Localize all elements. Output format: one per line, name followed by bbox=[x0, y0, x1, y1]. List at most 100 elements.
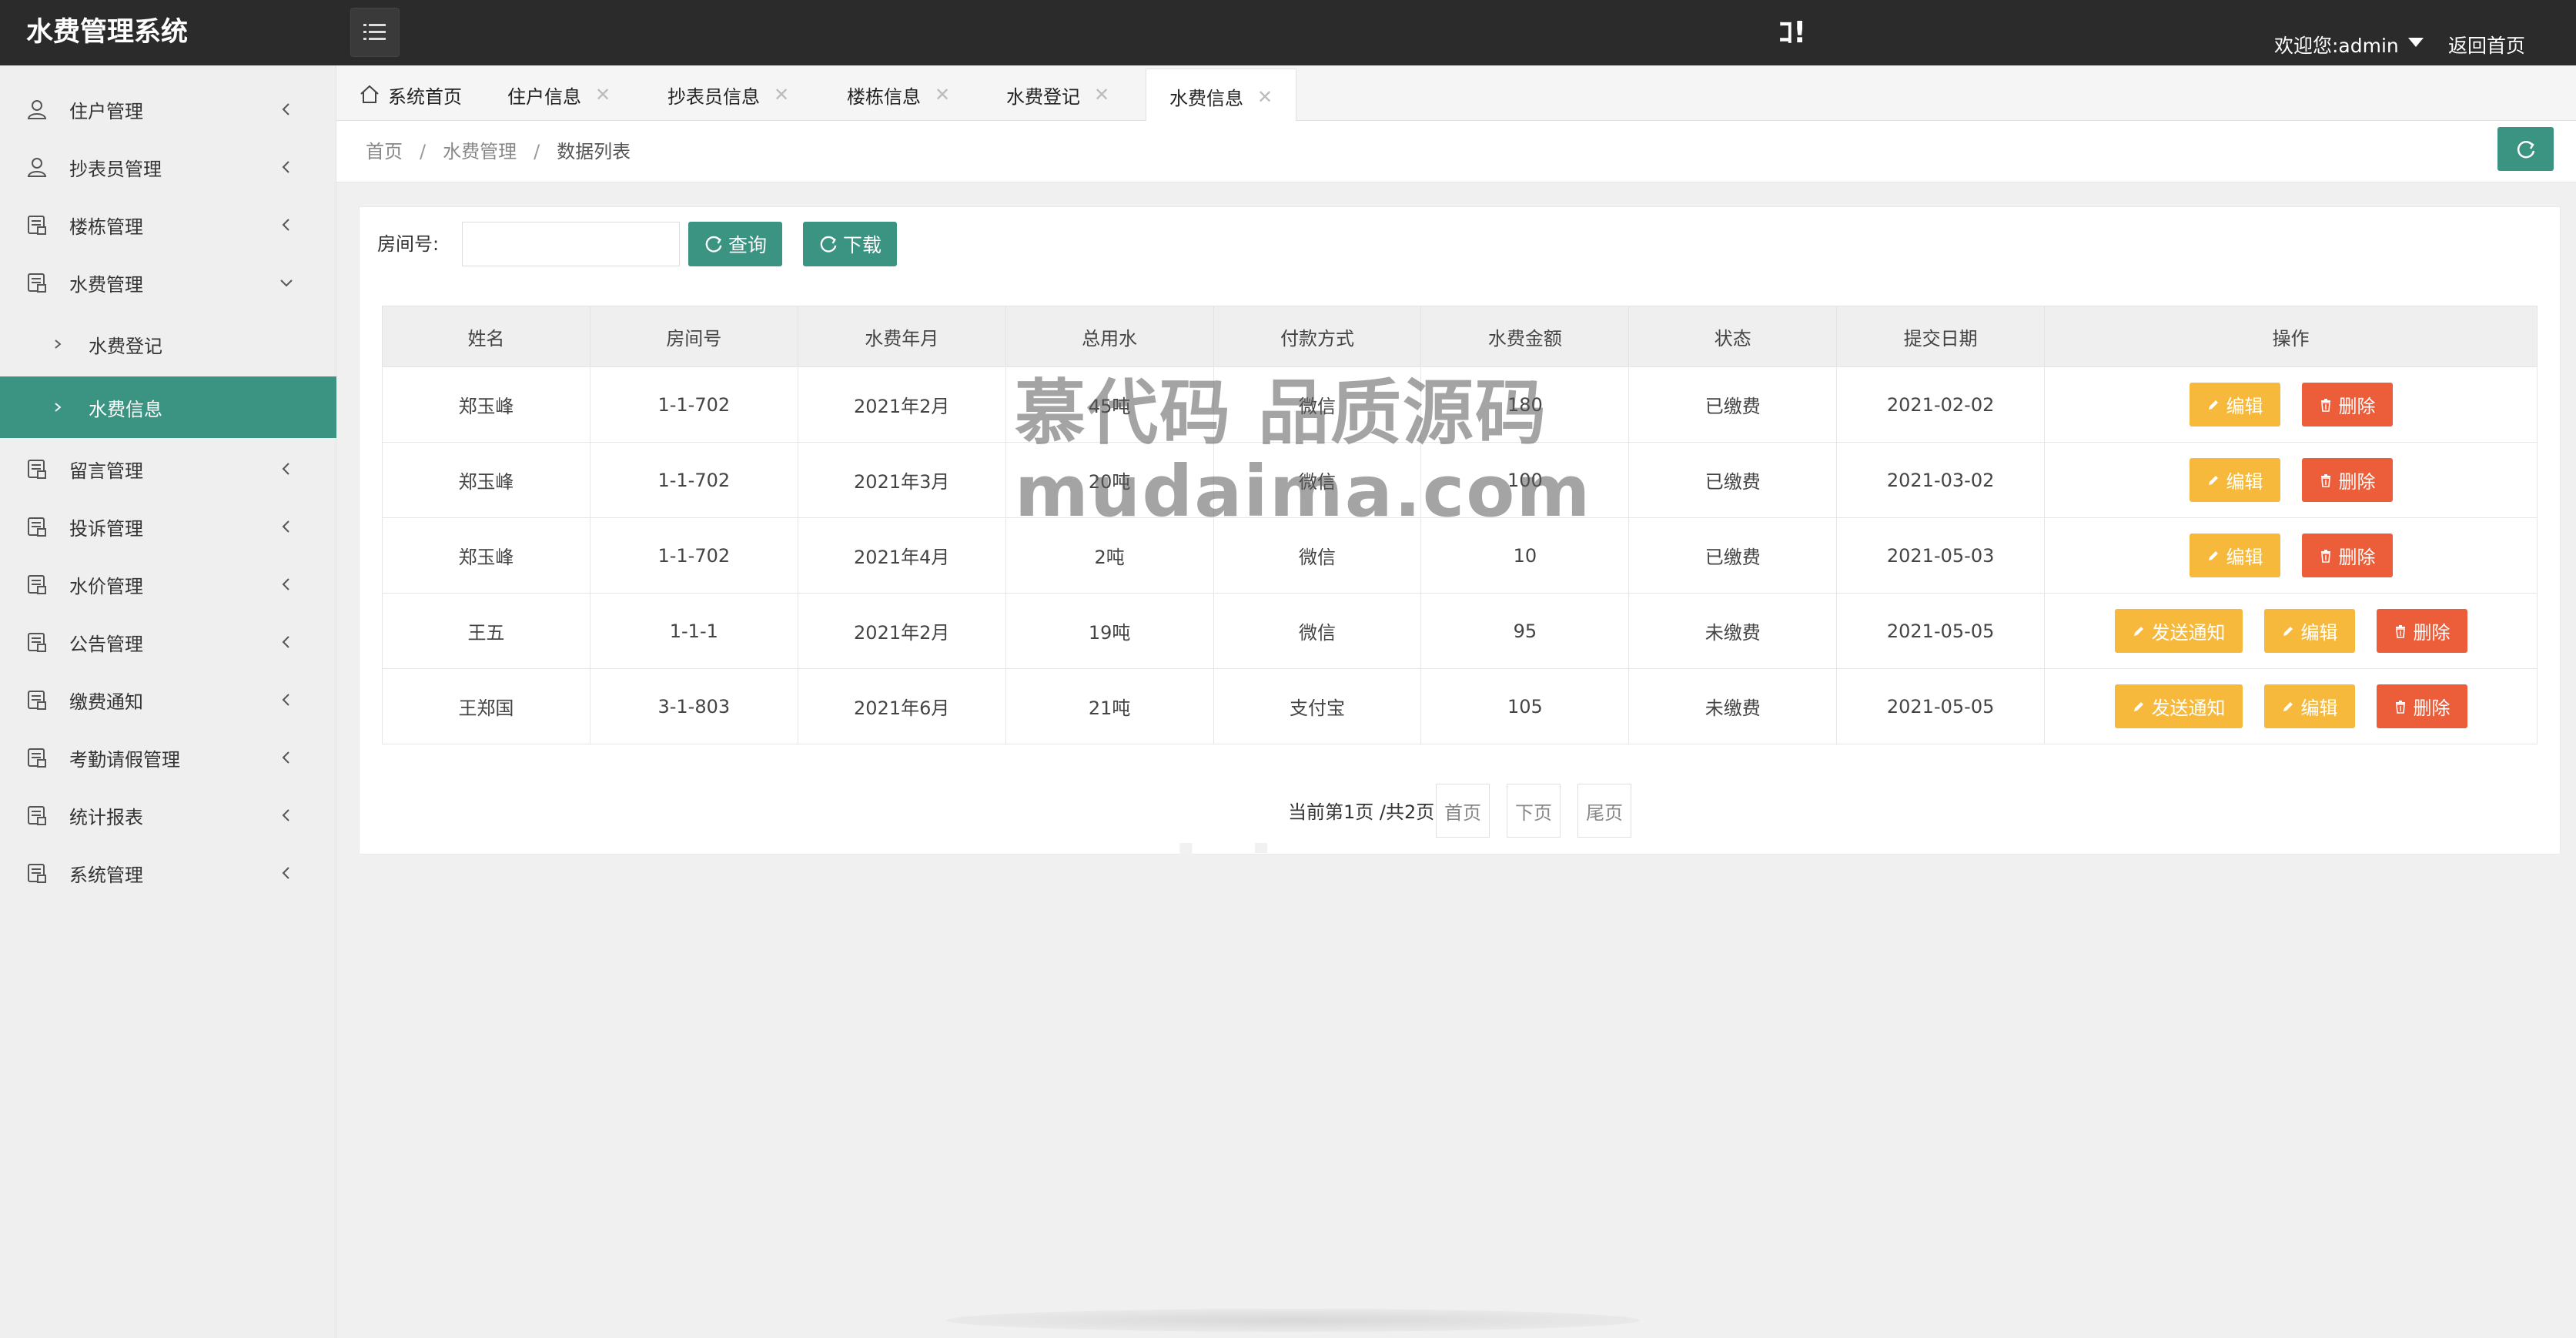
pager-next-button[interactable]: 下页 bbox=[1507, 784, 1561, 838]
delete-button[interactable]: 删除 bbox=[2301, 534, 2393, 577]
close-icon[interactable]: ✕ bbox=[774, 84, 789, 105]
cell-actions: 编辑 删除 bbox=[2044, 442, 2538, 518]
sidebar-item-label: 统计报表 bbox=[69, 806, 143, 828]
sidebar-item-6[interactable]: 投诉管理 bbox=[0, 498, 336, 555]
sidebar-item-8[interactable]: 公告管理 bbox=[0, 614, 336, 671]
table-row: 郑玉峰 1-1-702 2021年2月 45吨 微信 180 已缴费 2021-02-02 编辑… bbox=[382, 366, 2538, 443]
table-row: 王郑国 3-1-803 2021年6月 21吨 支付宝 105 未缴费 2021-05-05 发… bbox=[382, 668, 2538, 744]
chevron-left-icon bbox=[282, 103, 289, 115]
cell-usage: 2吨 bbox=[1005, 517, 1214, 594]
edit-button[interactable]: 编辑 bbox=[2263, 609, 2355, 653]
cell-date: 2021-05-05 bbox=[1836, 593, 2046, 669]
cell-actions: 编辑 删除 bbox=[2044, 517, 2538, 594]
breadcrumb-section[interactable]: 水费管理 bbox=[443, 141, 517, 162]
back-home-link[interactable]: 返回首页 bbox=[2448, 0, 2525, 65]
sidebar-item-1[interactable]: 住户管理 bbox=[0, 81, 336, 138]
query-button[interactable]: 查询 bbox=[688, 222, 782, 266]
delete-label: 删除 bbox=[2338, 396, 2376, 417]
delete-button[interactable]: 删除 bbox=[2376, 609, 2467, 653]
cell-date: 2021-05-03 bbox=[1836, 517, 2046, 594]
tab-5[interactable]: 水费登记 ✕ bbox=[1006, 69, 1109, 121]
tab-3[interactable]: 抄表员信息 ✕ bbox=[667, 69, 789, 121]
sidebar-item-3[interactable]: 楼栋管理 bbox=[0, 196, 336, 253]
bottom-shadow bbox=[947, 1309, 1640, 1332]
cell-date: 2021-03-02 bbox=[1836, 442, 2046, 518]
edit-button[interactable]: 编辑 bbox=[2189, 383, 2280, 426]
column-header: 姓名 bbox=[382, 306, 590, 367]
tab-4[interactable]: 楼栋信息 ✕ bbox=[847, 69, 950, 121]
cell-name: 郑玉峰 bbox=[382, 366, 590, 443]
delete-button[interactable]: 删除 bbox=[2301, 383, 2393, 426]
cell-pay: 微信 bbox=[1213, 366, 1422, 443]
tab-2[interactable]: 住户信息 ✕ bbox=[507, 69, 611, 121]
cell-month: 2021年4月 bbox=[797, 517, 1006, 594]
user-menu[interactable]: 欢迎您:admin bbox=[2274, 0, 2424, 65]
room-search-input[interactable] bbox=[462, 222, 680, 266]
sidebar-item-label: 楼栋管理 bbox=[69, 216, 143, 238]
pager-first-button[interactable]: 首页 bbox=[1436, 784, 1490, 838]
top-center-glyph: ｺ! bbox=[1778, 15, 1807, 49]
delete-button[interactable]: 删除 bbox=[2301, 458, 2393, 502]
refresh-icon bbox=[705, 236, 722, 253]
edit-icon bbox=[2208, 475, 2218, 485]
close-icon[interactable]: ✕ bbox=[1257, 86, 1273, 108]
pager-last-button[interactable]: 尾页 bbox=[1577, 784, 1631, 838]
sidebar-item-10[interactable]: 考勤请假管理 bbox=[0, 729, 336, 786]
tab-6[interactable]: 水费信息 ✕ bbox=[1146, 69, 1297, 124]
app-title: 水费管理系统 bbox=[26, 17, 189, 48]
cell-actions: 编辑 删除 bbox=[2044, 366, 2538, 443]
tab-label: 系统首页 bbox=[388, 85, 462, 108]
sidebar-item-11[interactable]: 统计报表 bbox=[0, 787, 336, 844]
tab-label: 楼栋信息 bbox=[847, 85, 921, 108]
cell-pay: 微信 bbox=[1213, 517, 1422, 594]
menu-toggle-button[interactable] bbox=[350, 8, 400, 57]
cell-room: 1-1-702 bbox=[589, 366, 798, 443]
sidebar-item-12[interactable]: 系统管理 bbox=[0, 845, 336, 901]
sidebar-item-label: 缴费通知 bbox=[69, 691, 143, 713]
sidebar-subitem-2[interactable]: 水费信息 bbox=[0, 376, 336, 438]
sidebar-item-4[interactable]: 水费管理 bbox=[0, 254, 336, 311]
tab-1[interactable]: 系统首页 bbox=[359, 69, 462, 121]
edit-button[interactable]: 编辑 bbox=[2189, 534, 2280, 577]
breadcrumb-row: 首页 / 水费管理 / 数据列表 bbox=[336, 121, 2576, 182]
delete-button[interactable]: 删除 bbox=[2376, 684, 2467, 728]
sidebar-item-label: 抄表员管理 bbox=[69, 158, 162, 180]
cell-amount: 10 bbox=[1420, 517, 1630, 594]
column-header: 提交日期 bbox=[1836, 306, 2046, 367]
chevron-right-icon bbox=[55, 340, 62, 349]
cell-month: 2021年2月 bbox=[797, 366, 1006, 443]
column-header: 操作 bbox=[2044, 306, 2538, 367]
chevron-left-icon bbox=[282, 463, 289, 475]
send-notify-label: 发送通知 bbox=[2151, 697, 2226, 719]
sidebar-subitem-1[interactable]: 水费登记 bbox=[0, 313, 336, 375]
sidebar-item-5[interactable]: 留言管理 bbox=[0, 440, 336, 497]
send-notify-button[interactable]: 发送通知 bbox=[2114, 609, 2243, 653]
trash-icon bbox=[2395, 624, 2405, 638]
close-icon[interactable]: ✕ bbox=[935, 84, 950, 105]
room-search-label: 房间号: bbox=[377, 233, 440, 255]
cell-amount: 95 bbox=[1420, 593, 1630, 669]
form-icon bbox=[28, 273, 46, 293]
cell-name: 王五 bbox=[382, 593, 590, 669]
tab-label: 水费信息 bbox=[1169, 88, 1243, 109]
trash-icon bbox=[2320, 398, 2330, 412]
cell-actions: 发送通知 编辑 删除 bbox=[2044, 668, 2538, 744]
edit-label: 编辑 bbox=[2226, 396, 2263, 417]
cell-usage: 45吨 bbox=[1005, 366, 1214, 443]
edit-button[interactable]: 编辑 bbox=[2263, 684, 2355, 728]
sidebar-item-label: 留言管理 bbox=[69, 460, 143, 482]
sidebar-item-9[interactable]: 缴费通知 bbox=[0, 671, 336, 728]
close-icon[interactable]: ✕ bbox=[1094, 84, 1109, 105]
form-icon bbox=[28, 575, 46, 594]
send-notify-button[interactable]: 发送通知 bbox=[2114, 684, 2243, 728]
close-icon[interactable]: ✕ bbox=[595, 84, 611, 105]
cell-date: 2021-05-05 bbox=[1836, 668, 2046, 744]
sidebar-item-7[interactable]: 水价管理 bbox=[0, 556, 336, 613]
breadcrumb-home[interactable]: 首页 bbox=[366, 141, 403, 162]
cell-name: 王郑国 bbox=[382, 668, 590, 744]
refresh-button[interactable] bbox=[2497, 127, 2554, 171]
sidebar-item-2[interactable]: 抄表员管理 bbox=[0, 139, 336, 196]
download-button[interactable]: 下载 bbox=[803, 222, 897, 266]
edit-button[interactable]: 编辑 bbox=[2189, 458, 2280, 502]
cell-status: 已缴费 bbox=[1628, 517, 1838, 594]
